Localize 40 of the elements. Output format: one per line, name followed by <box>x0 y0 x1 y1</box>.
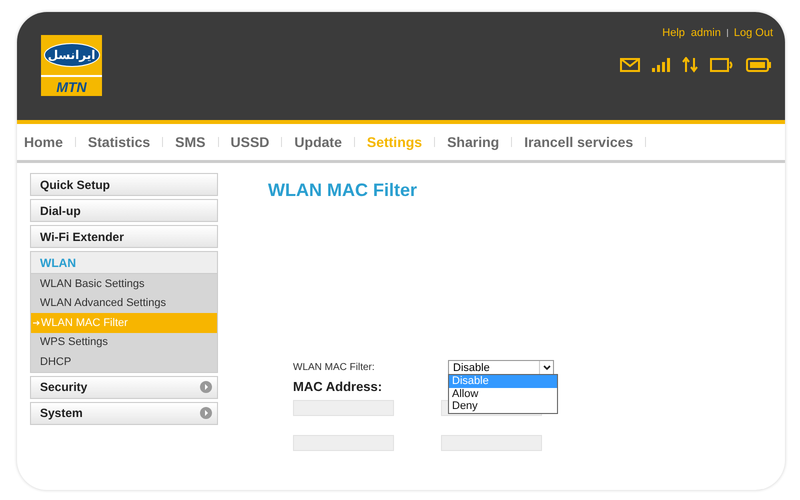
filter-dropdown[interactable]: Disable <box>448 360 554 375</box>
sidebar-item[interactable]: Security <box>30 376 218 398</box>
sidebar-label: System <box>40 406 83 420</box>
submenu-item[interactable]: WLAN Advanced Settings <box>31 294 217 313</box>
nav-tab[interactable]: Statistics <box>88 134 150 150</box>
expand-icon <box>200 407 212 419</box>
header-link[interactable]: admin <box>690 27 721 39</box>
mail-icon <box>620 58 640 72</box>
logo-script: ایرانسل <box>44 43 100 67</box>
nav-tab[interactable]: Irancell services <box>524 134 634 150</box>
field-label: WLAN MAC Filter: <box>293 362 375 373</box>
header-link[interactable]: Log Out <box>734 27 773 39</box>
header-link[interactable]: Help <box>662 27 685 39</box>
dropdown-option[interactable]: Deny <box>449 400 557 412</box>
page-title: WLAN MAC Filter <box>268 180 418 201</box>
submenu-item[interactable]: WLAN Basic Settings <box>31 274 217 294</box>
battery-icon <box>746 58 771 72</box>
monitor-icon <box>710 58 734 72</box>
sidebar-item[interactable]: System <box>30 402 218 424</box>
sidebar-item[interactable]: Dial-up <box>40 204 81 218</box>
expand-icon <box>200 381 212 393</box>
caret-icon <box>542 364 550 371</box>
nav-tab[interactable]: Update <box>294 134 342 150</box>
nav-tab[interactable]: USSD <box>230 134 270 150</box>
input-field[interactable] <box>293 435 394 451</box>
up-down-arrows-icon <box>682 57 698 73</box>
logo-mark: MTN <box>56 79 87 95</box>
section-heading: MAC Address: <box>293 379 382 394</box>
nav-tab[interactable]: Home <box>24 134 63 150</box>
nav-tab[interactable]: Sharing <box>447 134 500 150</box>
sidebar-label: WLAN <box>40 256 76 270</box>
submenu-item[interactable]: WPS Settings <box>31 332 217 352</box>
input-field[interactable] <box>293 400 394 416</box>
dropdown-option[interactable]: Allow <box>449 388 557 400</box>
signal-icon <box>652 58 670 72</box>
arrow-icon <box>33 318 40 327</box>
submenu-item[interactable]: DHCP <box>31 352 217 372</box>
nav-tab[interactable]: SMS <box>175 134 206 150</box>
input-field[interactable] <box>441 435 542 451</box>
sidebar-label: Security <box>40 380 88 394</box>
